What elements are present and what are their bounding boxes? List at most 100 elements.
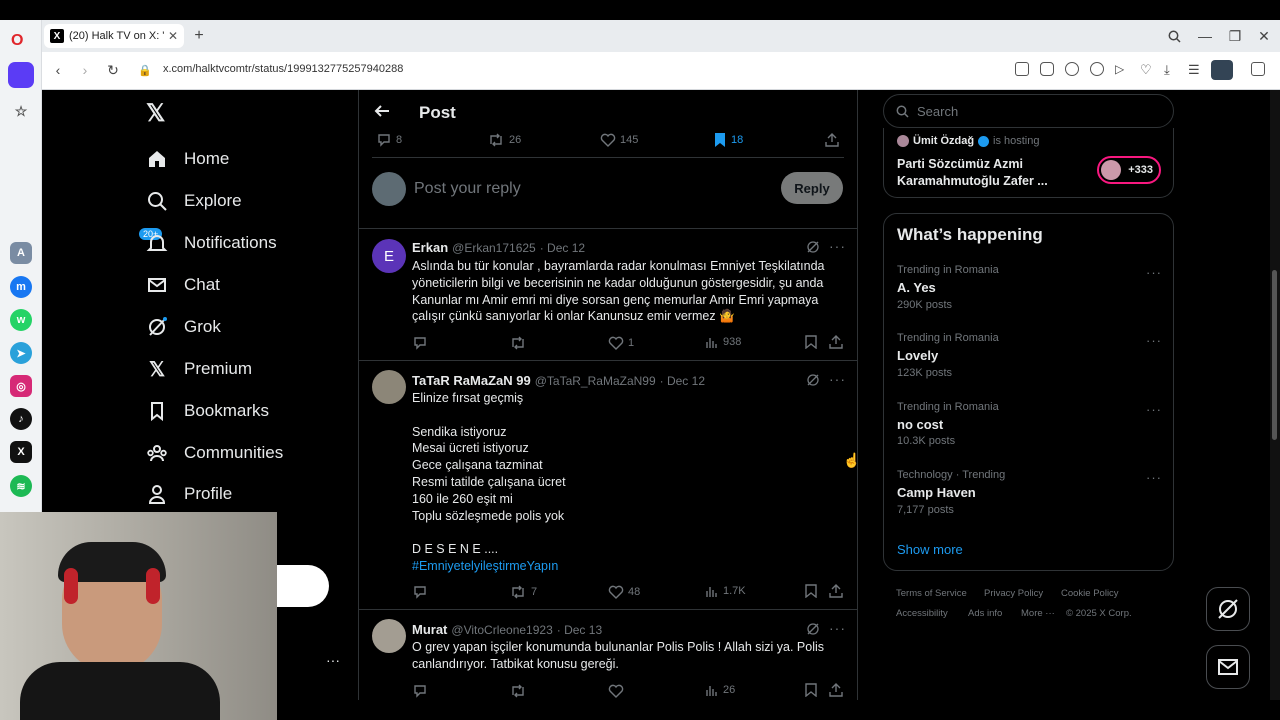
tab-search-icon[interactable] [1165, 27, 1183, 45]
footer-link[interactable]: Cookie Policy [1061, 588, 1119, 599]
download-icon[interactable]: ⤓ [1164, 62, 1178, 77]
url-text[interactable]: x.com/halktvcomtr/status/199913277525794… [163, 63, 403, 75]
reply-input[interactable]: Post your reply [414, 180, 521, 198]
instagram-icon[interactable]: ◎ [10, 375, 32, 397]
like-action[interactable]: 1 [608, 335, 634, 351]
post-more-icon[interactable]: ··· [829, 620, 846, 636]
main-like-button[interactable]: 145 [600, 132, 638, 148]
trend-name[interactable]: A. Yes [897, 280, 936, 295]
tab-close-icon[interactable]: ✕ [168, 29, 178, 43]
account-more-icon[interactable]: ··· [326, 652, 340, 668]
views-action[interactable]: 1.7K [705, 584, 746, 598]
main-repost-button[interactable]: 26 [487, 132, 521, 148]
reply-action[interactable] [412, 584, 432, 600]
nav-premium[interactable]: 𝕏 Premium [146, 354, 252, 384]
trend-name[interactable]: no cost [897, 417, 943, 432]
camera-icon[interactable] [1040, 62, 1054, 76]
messages-fab[interactable] [1206, 645, 1250, 689]
trend-more-icon[interactable]: ··· [1146, 402, 1162, 417]
author-name[interactable]: Murat [412, 622, 447, 637]
avatar[interactable] [372, 619, 406, 653]
whatsapp-icon[interactable]: w [10, 309, 32, 331]
trend-more-icon[interactable]: ··· [1146, 265, 1162, 280]
trend-more-icon[interactable]: ··· [1146, 470, 1162, 485]
avatar[interactable]: E [372, 239, 406, 273]
box-extension-icon[interactable] [1251, 62, 1265, 76]
views-action[interactable]: 26 [705, 683, 735, 697]
post-date[interactable]: · Dec 12 [660, 374, 705, 388]
workspace-icon[interactable] [8, 62, 34, 88]
heart-icon[interactable]: ♡ [1140, 62, 1154, 77]
reload-icon[interactable]: ↻ [104, 61, 122, 79]
vpn-icon[interactable] [1090, 62, 1104, 76]
nav-profile[interactable]: Profile [146, 479, 232, 509]
easy-setup-icon[interactable]: ☰ [1188, 62, 1202, 77]
author-name[interactable]: Erkan [412, 240, 448, 255]
trend-more-icon[interactable]: ··· [1146, 333, 1162, 348]
grok-explain-icon[interactable] [806, 240, 820, 259]
like-action[interactable]: 48 [608, 584, 640, 600]
telegram-icon[interactable]: ➤ [10, 342, 32, 364]
footer-link[interactable]: Accessibility [896, 608, 948, 619]
shield-icon[interactable] [1065, 62, 1079, 76]
forward-icon[interactable]: › [76, 61, 94, 79]
bookmark-action[interactable] [805, 584, 821, 598]
share-action[interactable] [829, 335, 847, 349]
spotify-icon[interactable]: ≋ [10, 475, 32, 497]
trend-name[interactable]: Lovely [897, 348, 938, 363]
share-action[interactable] [829, 683, 847, 697]
nav-explore[interactable]: Explore [146, 186, 242, 216]
nav-notifications[interactable]: Notifications [146, 228, 277, 258]
nav-chat[interactable]: Chat [146, 270, 220, 300]
like-action[interactable] [608, 683, 628, 699]
tiktok-icon[interactable]: ♪ [10, 408, 32, 430]
author-handle[interactable]: @TaTaR_RaMaZaN99 [535, 374, 656, 388]
opera-logo-icon[interactable]: O [11, 32, 23, 50]
repost-action[interactable] [509, 683, 531, 699]
user-avatar[interactable] [372, 172, 406, 206]
bookmarks-star-icon[interactable]: ☆ [10, 100, 32, 122]
grok-fab[interactable] [1206, 587, 1250, 631]
trend-name[interactable]: Camp Haven [897, 485, 976, 500]
main-reply-button[interactable]: 8 [376, 132, 402, 148]
post-more-icon[interactable]: ··· [829, 238, 846, 254]
x-logo-icon[interactable]: 𝕏 [146, 99, 165, 128]
reply-button[interactable]: Reply [781, 172, 843, 204]
show-more-link[interactable]: Show more [897, 542, 963, 557]
repost-action[interactable]: 7 [509, 584, 537, 600]
minimize-icon[interactable]: — [1196, 27, 1214, 45]
post-more-icon[interactable]: ··· [829, 371, 846, 387]
browser-tab[interactable]: X (20) Halk TV on X: "Polisin ✕ [44, 24, 184, 48]
back-arrow-icon[interactable] [373, 102, 391, 125]
repost-action[interactable] [509, 335, 531, 351]
reply-action[interactable] [412, 335, 432, 351]
play-icon[interactable]: ▷ [1115, 62, 1129, 76]
author-handle[interactable]: @VitoCrleone1923 [451, 623, 552, 637]
window-close-icon[interactable]: ✕ [1255, 27, 1273, 45]
scrollbar-thumb[interactable] [1272, 270, 1277, 440]
author-name[interactable]: TaTaR RaMaZaN 99 [412, 373, 531, 388]
main-share-button[interactable] [824, 132, 844, 148]
back-icon[interactable]: ‹ [49, 61, 67, 79]
space-title[interactable]: Parti Sözcümüz Azmi Karamahmutoğlu Zafer… [897, 156, 1087, 190]
maximize-icon[interactable]: ❐ [1226, 27, 1244, 45]
app-store-icon[interactable]: A [10, 242, 32, 264]
nav-bookmarks[interactable]: Bookmarks [146, 396, 269, 426]
main-bookmark-button[interactable]: 18 [713, 132, 743, 148]
post-date[interactable]: · Dec 12 [540, 241, 585, 255]
footer-link[interactable]: More ··· [1021, 608, 1055, 619]
edit-extension-icon[interactable] [1015, 62, 1029, 76]
bookmark-action[interactable] [805, 683, 821, 697]
profile-avatar[interactable] [1211, 60, 1233, 80]
nav-grok[interactable]: Grok [146, 312, 221, 342]
bookmark-action[interactable] [805, 335, 821, 349]
reply-action[interactable] [412, 683, 432, 699]
footer-link[interactable]: Privacy Policy [984, 588, 1043, 599]
new-tab-icon[interactable]: + [190, 27, 208, 45]
search-input[interactable]: Search [883, 94, 1174, 128]
compose-button-partial[interactable] [277, 565, 329, 607]
footer-link[interactable]: Terms of Service [896, 588, 967, 599]
views-action[interactable]: 938 [705, 335, 741, 349]
post-date[interactable]: · Dec 13 [557, 623, 602, 637]
nav-home[interactable]: Home [146, 144, 229, 174]
